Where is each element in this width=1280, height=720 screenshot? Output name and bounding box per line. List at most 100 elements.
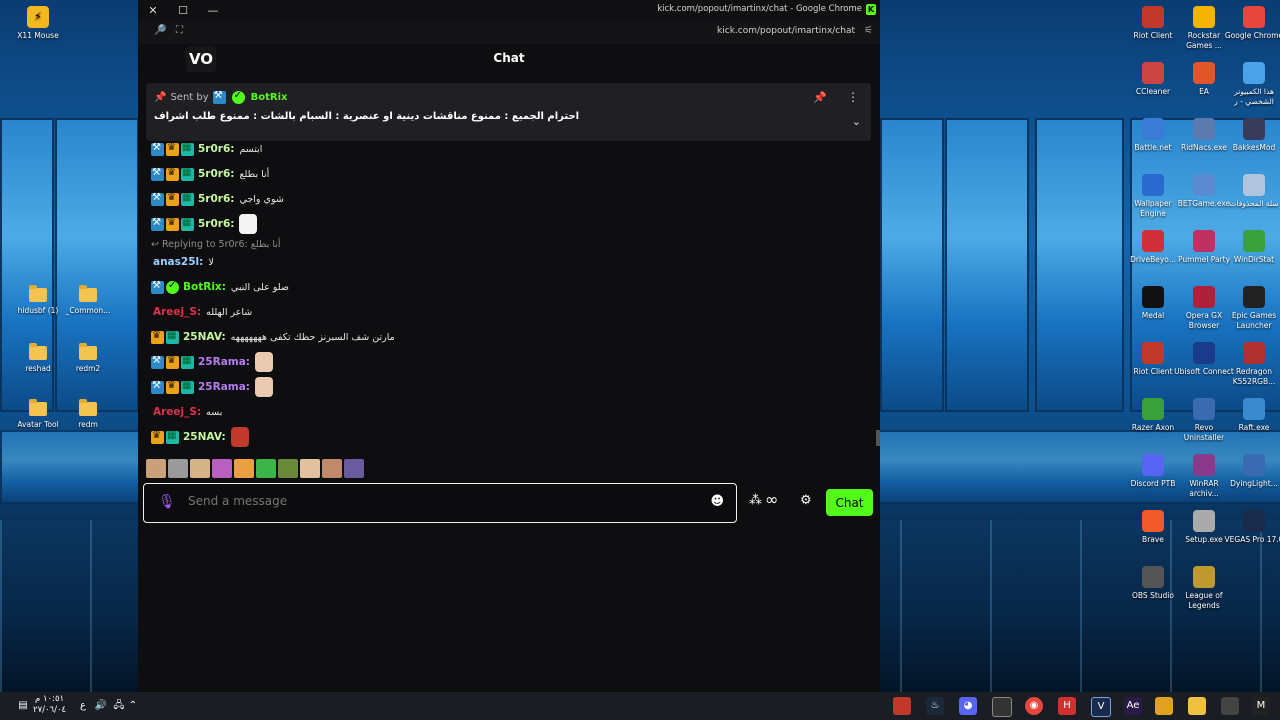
scrollbar[interactable] bbox=[876, 430, 880, 446]
desktop-icon[interactable]: Google Chrome bbox=[1224, 6, 1280, 41]
chat-username[interactable]: anas25l: bbox=[153, 256, 203, 268]
emote-button[interactable] bbox=[146, 459, 166, 478]
title-bar: ✕ ☐ — kick.com/popout/imartinx/chat - Go… bbox=[138, 0, 880, 20]
emote-button[interactable] bbox=[190, 459, 210, 478]
desktop-icon-redm[interactable]: redm bbox=[58, 398, 118, 430]
gear-icon[interactable]: ⚙ bbox=[800, 493, 812, 508]
language-indicator[interactable]: ع bbox=[74, 697, 92, 715]
taskbar-app-icon[interactable] bbox=[1155, 697, 1173, 715]
volume-icon[interactable]: 🔊 bbox=[92, 697, 110, 715]
crown-badge-icon bbox=[151, 330, 164, 344]
chat-username[interactable]: 25Rama: bbox=[198, 356, 250, 368]
chat-username[interactable]: 25Rama: bbox=[198, 381, 250, 393]
emote-button[interactable] bbox=[168, 459, 188, 478]
desktop-icon[interactable]: League of Legends bbox=[1174, 566, 1234, 611]
emote-button[interactable] bbox=[256, 459, 276, 478]
infinity-icon[interactable]: ∞ bbox=[765, 490, 778, 509]
emoji-icon[interactable]: ☻ bbox=[710, 494, 724, 509]
crown-badge-icon bbox=[166, 217, 179, 231]
chat-message-text: ابتسم bbox=[239, 143, 263, 155]
channel-points-icon[interactable]: ⁂ bbox=[749, 493, 762, 508]
app-icon bbox=[1193, 118, 1215, 140]
after-effects-icon[interactable]: Ae bbox=[1124, 697, 1142, 715]
chrome-icon[interactable]: ◉ bbox=[1025, 697, 1043, 715]
mod-badge-icon bbox=[151, 167, 164, 181]
chat-title: Chat bbox=[493, 51, 525, 65]
app-icon bbox=[1243, 454, 1265, 476]
send-chat-button[interactable]: Chat bbox=[826, 489, 873, 516]
desktop-icon[interactable]: WinDirStat bbox=[1224, 230, 1280, 265]
desktop-icon[interactable]: BakkesMod bbox=[1224, 118, 1280, 153]
taskbar-app-icon[interactable] bbox=[992, 697, 1012, 717]
taskbar-app-icon[interactable]: H bbox=[1058, 697, 1076, 715]
close-window-button[interactable]: ✕ bbox=[138, 4, 168, 17]
zoom-icon[interactable]: 🔎 bbox=[154, 25, 166, 36]
minimize-window-button[interactable]: — bbox=[198, 4, 228, 17]
sub-badge-icon bbox=[181, 192, 194, 206]
desktop-icon[interactable]: سلة المحذوفات bbox=[1224, 174, 1280, 209]
desktop-icon[interactable]: Raft.exe bbox=[1224, 398, 1280, 433]
app-icon bbox=[1193, 62, 1215, 84]
chat-username[interactable]: 25NAV: bbox=[183, 431, 226, 443]
more-options-icon[interactable]: ⋮ bbox=[847, 90, 859, 104]
emote-button[interactable] bbox=[322, 459, 342, 478]
steam-icon[interactable]: ♨ bbox=[926, 697, 944, 715]
chat-message: 5r0r6: أنا بطلع bbox=[151, 165, 269, 183]
pinned-sender[interactable]: BotRix bbox=[251, 92, 288, 103]
mod-badge-icon bbox=[151, 192, 164, 206]
app-icon bbox=[1193, 566, 1215, 588]
chat-message: BotRix: صلو على النبي bbox=[151, 278, 289, 296]
emote-button[interactable] bbox=[344, 459, 364, 478]
chat-username[interactable]: 25NAV: bbox=[183, 331, 226, 343]
microphone-icon[interactable]: 🎙 bbox=[158, 494, 176, 510]
desktop-icon[interactable]: VEGAS Pro 17.0 bbox=[1224, 510, 1280, 545]
file-explorer-icon[interactable] bbox=[1188, 697, 1206, 715]
emote-image bbox=[255, 352, 274, 372]
chat-message-text: شاعر الهلله bbox=[206, 306, 253, 318]
x11-mouse-icon: ⚡ bbox=[27, 6, 49, 28]
pinned-text: احترام الجميع : ممنوع مناقشات دينية او ع… bbox=[154, 111, 580, 122]
app-icon bbox=[1193, 398, 1215, 420]
chat-username[interactable]: Areej_S: bbox=[153, 306, 201, 318]
sub-badge-icon bbox=[181, 217, 194, 231]
chat-username[interactable]: 5r0r6: bbox=[198, 143, 234, 155]
emote-button[interactable] bbox=[234, 459, 254, 478]
chat-message: anas25l: لا bbox=[151, 253, 214, 271]
desktop-icon[interactable]: Redragon K552RGB... bbox=[1224, 342, 1280, 387]
emote-button[interactable] bbox=[300, 459, 320, 478]
desktop-icon-common[interactable]: _Common... bbox=[58, 284, 118, 316]
chat-username[interactable]: Areej_S: bbox=[153, 406, 201, 418]
medal-icon[interactable]: M bbox=[1252, 697, 1270, 715]
notification-icon[interactable]: ▤ bbox=[14, 697, 32, 715]
chat-username[interactable]: 5r0r6: bbox=[198, 193, 234, 205]
message-input-box: 🎙 ☻ bbox=[143, 483, 737, 523]
clock[interactable]: ١٠:٥١ م ٢٧/٠٦/٠٤ bbox=[33, 694, 66, 716]
chat-username[interactable]: 5r0r6: bbox=[198, 168, 234, 180]
emote-button[interactable] bbox=[212, 459, 232, 478]
desktop-icon[interactable]: هذا الكمبيوتر الشخصي - ر bbox=[1224, 62, 1280, 107]
site-settings-icon[interactable]: ⛶ bbox=[176, 25, 183, 36]
vegas-icon[interactable]: V bbox=[1091, 697, 1111, 717]
unpin-icon[interactable]: 📌 bbox=[813, 91, 827, 104]
maximize-window-button[interactable]: ☐ bbox=[168, 4, 198, 17]
taskbar-app-icon[interactable] bbox=[1221, 697, 1239, 715]
message-input[interactable] bbox=[186, 493, 690, 509]
emote-button[interactable] bbox=[278, 459, 298, 478]
taskbar-app-icon[interactable] bbox=[893, 697, 911, 715]
verified-badge-icon bbox=[166, 280, 179, 294]
chat-username[interactable]: BotRix: bbox=[183, 281, 226, 293]
desktop-icon[interactable]: Epic Games Launcher bbox=[1224, 286, 1280, 331]
chevron-down-icon[interactable]: ⌄ bbox=[852, 115, 861, 128]
tune-icon[interactable]: ⚟ bbox=[864, 25, 873, 36]
desktop-icon-redm2[interactable]: redm2 bbox=[58, 342, 118, 374]
desktop-icon[interactable]: DyingLight... bbox=[1224, 454, 1280, 489]
discord-icon[interactable]: ◕ bbox=[959, 697, 977, 715]
desktop-icon-x11-mouse[interactable]: ⚡ X11 Mouse bbox=[8, 6, 68, 41]
chevron-up-icon[interactable]: ⌃ bbox=[124, 697, 142, 715]
url-text[interactable]: kick.com/popout/imartinx/chat bbox=[717, 26, 855, 36]
chat-username[interactable]: 5r0r6: bbox=[198, 218, 234, 230]
chat-message-list: 5r0r6:ابتسم5r0r6:أنا بطلع5r0r6:شوي واجي5… bbox=[138, 140, 880, 455]
chat-message-text: مارتن شف السبرنز حظك تكفى هههههههه bbox=[230, 331, 395, 343]
mod-badge-icon bbox=[151, 380, 164, 394]
sub-badge-icon bbox=[181, 380, 194, 394]
